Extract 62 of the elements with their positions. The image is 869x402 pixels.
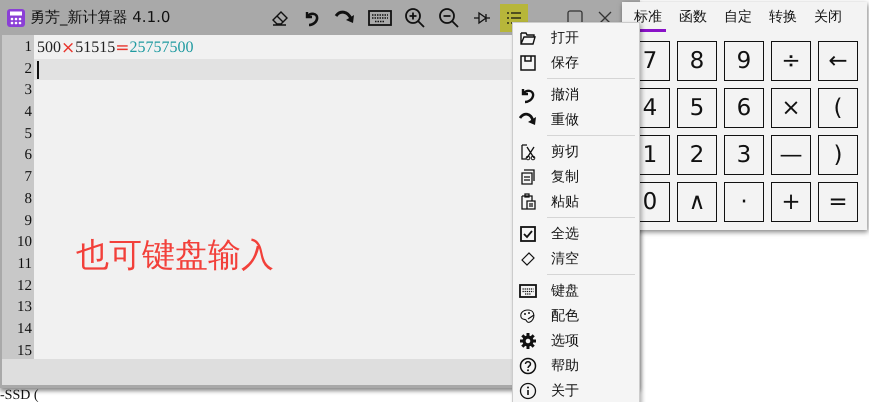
keypad-key[interactable]: —	[771, 135, 811, 175]
line-number: 5	[24, 124, 32, 144]
keypad-tab[interactable]: 自定	[720, 8, 756, 32]
operator-symbol: ×	[61, 38, 76, 58]
line-number: 14	[17, 320, 32, 339]
menu-item[interactable]: 选项	[513, 328, 639, 353]
keypad-key[interactable]: =	[818, 182, 858, 222]
line-number: 6	[24, 146, 32, 166]
paste-icon	[519, 192, 537, 210]
keypad-key[interactable]: ·	[724, 182, 764, 222]
keypad-tab[interactable]: 转换	[765, 8, 801, 32]
keypad-key[interactable]: ∧	[677, 182, 717, 222]
line-number: 4	[24, 103, 32, 122]
keypad-key[interactable]: 8	[677, 41, 717, 81]
drive-label: -SSD (	[0, 389, 41, 402]
keypad-tab[interactable]: 关闭	[810, 8, 846, 32]
keypad-key[interactable]: +	[771, 182, 811, 222]
operator-symbol: =	[115, 38, 130, 58]
annotation-text: 也可键盘输入	[76, 234, 274, 276]
line-number: 8	[24, 190, 32, 209]
keypad-key[interactable]: ←	[818, 41, 858, 81]
menu-item[interactable]: 键盘	[513, 278, 639, 303]
gear-icon	[519, 332, 537, 350]
expression-text: 51515	[75, 38, 116, 57]
cut-icon	[519, 142, 537, 160]
menu-item[interactable]: 配色	[513, 303, 639, 328]
line-number: 1	[24, 38, 32, 57]
save-icon	[519, 54, 537, 72]
line-number: 13	[17, 298, 32, 318]
keypad-key[interactable]: 6	[724, 88, 764, 128]
eraser-icon	[519, 250, 537, 268]
line-number: 7	[24, 168, 32, 188]
line-number: 10	[17, 233, 32, 252]
copy-icon	[519, 168, 537, 186]
keypad-key[interactable]: ×	[771, 88, 811, 128]
keypad-key[interactable]: 5	[677, 88, 717, 128]
keypad-key[interactable]: )	[818, 135, 858, 175]
line-number: 9	[24, 212, 32, 230]
info-icon	[519, 382, 537, 400]
keypad-key[interactable]: 2	[677, 135, 717, 175]
keypad-key[interactable]: 9	[724, 41, 764, 81]
keypad-tab[interactable]: 函数	[675, 8, 711, 32]
line-number: 3	[24, 81, 32, 100]
palette-icon	[519, 306, 537, 324]
text-cursor	[37, 60, 38, 79]
expression-text: 500	[37, 38, 61, 57]
line-number: 11	[18, 254, 32, 274]
check-icon	[519, 224, 537, 242]
line-number: 12	[17, 276, 32, 296]
line-number: 15	[17, 342, 32, 361]
menu-item[interactable]: 清空	[513, 246, 639, 271]
keypad-key[interactable]: ÷	[771, 41, 811, 81]
keyboard-icon	[519, 282, 537, 300]
keypad-key[interactable]: (	[818, 88, 858, 128]
menu-item[interactable]: 全选	[513, 221, 639, 246]
line-number: 2	[24, 60, 32, 79]
window-title: 勇芳_新计算器 4.1.0	[30, 8, 170, 27]
keypad-key[interactable]: 3	[724, 135, 764, 175]
calculator-icon	[6, 8, 26, 28]
menu-item[interactable]: 关于	[513, 378, 639, 402]
help-icon	[519, 356, 537, 374]
expression-text: 25757500	[130, 38, 194, 57]
